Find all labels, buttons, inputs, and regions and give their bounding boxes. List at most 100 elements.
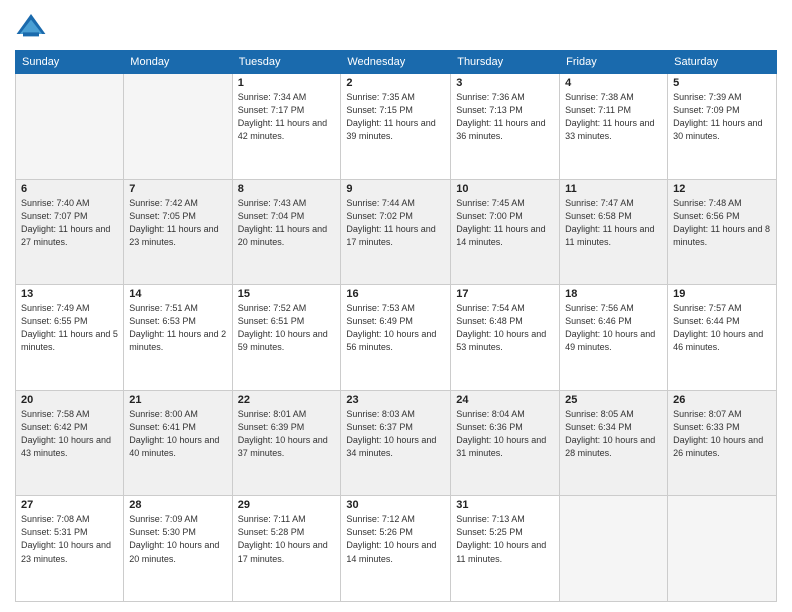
calendar-cell: 19 Sunrise: 7:57 AMSunset: 6:44 PMDayligh… <box>668 285 777 391</box>
day-info: Sunrise: 7:52 AMSunset: 6:51 PMDaylight:… <box>238 302 336 354</box>
calendar-cell <box>560 496 668 602</box>
calendar-cell: 7 Sunrise: 7:42 AMSunset: 7:05 PMDaylight… <box>124 179 232 285</box>
calendar-cell: 11 Sunrise: 7:47 AMSunset: 6:58 PMDayligh… <box>560 179 668 285</box>
week-row-4: 20Sunrise: 7:58 AMSunset: 6:42 PMDayligh… <box>16 390 777 496</box>
day-info: Sunrise: 7:38 AMSunset: 7:11 PMDaylight:… <box>565 91 662 143</box>
day-info: Sunrise: 7:43 AMSunset: 7:04 PMDaylight:… <box>238 197 336 249</box>
day-info: Sunrise: 7:36 AMSunset: 7:13 PMDaylight:… <box>456 91 554 143</box>
day-number: 27 <box>21 499 118 511</box>
page: SundayMondayTuesdayWednesdayThursdayFrid… <box>0 0 792 612</box>
day-number: 25 <box>565 394 662 406</box>
day-info: Sunrise: 7:09 AMSunset: 5:30 PMDaylight:… <box>129 513 226 565</box>
week-row-2: 6 Sunrise: 7:40 AMSunset: 7:07 PMDaylight… <box>16 179 777 285</box>
calendar: SundayMondayTuesdayWednesdayThursdayFrid… <box>15 50 777 602</box>
day-number: 9 <box>346 183 445 195</box>
day-number: 17 <box>456 288 554 300</box>
calendar-cell: 14 Sunrise: 7:51 AMSunset: 6:53 PMDayligh… <box>124 285 232 391</box>
day-number: 13 <box>21 288 118 300</box>
calendar-cell: 22 Sunrise: 8:01 AMSunset: 6:39 PMDayligh… <box>232 390 341 496</box>
day-info: Sunrise: 7:12 AMSunset: 5:26 PMDaylight:… <box>346 513 445 565</box>
calendar-cell: 28 Sunrise: 7:09 AMSunset: 5:30 PMDayligh… <box>124 496 232 602</box>
day-number: 2 <box>346 77 445 89</box>
header <box>15 10 777 42</box>
day-number: 20 <box>21 394 118 406</box>
calendar-cell: 10 Sunrise: 7:45 AMSunset: 7:00 PMDayligh… <box>451 179 560 285</box>
calendar-cell: 6 Sunrise: 7:40 AMSunset: 7:07 PMDaylight… <box>16 179 124 285</box>
calendar-cell: 18 Sunrise: 7:56 AMSunset: 6:46 PMDayligh… <box>560 285 668 391</box>
day-info: Sunrise: 7:49 AMSunset: 6:55 PMDaylight:… <box>21 302 118 354</box>
logo <box>15 10 51 42</box>
day-info: Sunrise: 7:34 AMSunset: 7:17 PMDaylight:… <box>238 91 336 143</box>
calendar-cell: 1 Sunrise: 7:34 AMSunset: 7:17 PMDaylight… <box>232 74 341 180</box>
calendar-cell: 15 Sunrise: 7:52 AMSunset: 6:51 PMDayligh… <box>232 285 341 391</box>
day-info: Sunrise: 7:54 AMSunset: 6:48 PMDaylight:… <box>456 302 554 354</box>
day-number: 21 <box>129 394 226 406</box>
calendar-cell: 27Sunrise: 7:08 AMSunset: 5:31 PMDayligh… <box>16 496 124 602</box>
weekday-tuesday: Tuesday <box>232 51 341 74</box>
calendar-cell <box>124 74 232 180</box>
day-info: Sunrise: 8:04 AMSunset: 6:36 PMDaylight:… <box>456 408 554 460</box>
calendar-cell: 16Sunrise: 7:53 AMSunset: 6:49 PMDayligh… <box>341 285 451 391</box>
day-info: Sunrise: 7:40 AMSunset: 7:07 PMDaylight:… <box>21 197 118 249</box>
weekday-header-row: SundayMondayTuesdayWednesdayThursdayFrid… <box>16 51 777 74</box>
day-info: Sunrise: 8:05 AMSunset: 6:34 PMDaylight:… <box>565 408 662 460</box>
calendar-cell: 25 Sunrise: 8:05 AMSunset: 6:34 PMDayligh… <box>560 390 668 496</box>
day-info: Sunrise: 7:35 AMSunset: 7:15 PMDaylight:… <box>346 91 445 143</box>
day-info: Sunrise: 7:48 AMSunset: 6:56 PMDaylight:… <box>673 197 771 249</box>
day-info: Sunrise: 7:44 AMSunset: 7:02 PMDaylight:… <box>346 197 445 249</box>
day-number: 22 <box>238 394 336 406</box>
day-number: 15 <box>238 288 336 300</box>
day-number: 19 <box>673 288 771 300</box>
day-number: 1 <box>238 77 336 89</box>
day-info: Sunrise: 8:00 AMSunset: 6:41 PMDaylight:… <box>129 408 226 460</box>
calendar-cell <box>668 496 777 602</box>
calendar-cell: 13 Sunrise: 7:49 AMSunset: 6:55 PMDayligh… <box>16 285 124 391</box>
day-number: 16 <box>346 288 445 300</box>
weekday-friday: Friday <box>560 51 668 74</box>
day-number: 6 <box>21 183 118 195</box>
calendar-cell: 23Sunrise: 8:03 AMSunset: 6:37 PMDayligh… <box>341 390 451 496</box>
calendar-cell: 17 Sunrise: 7:54 AMSunset: 6:48 PMDayligh… <box>451 285 560 391</box>
day-info: Sunrise: 7:11 AMSunset: 5:28 PMDaylight:… <box>238 513 336 565</box>
day-info: Sunrise: 8:01 AMSunset: 6:39 PMDaylight:… <box>238 408 336 460</box>
day-number: 7 <box>129 183 226 195</box>
day-number: 18 <box>565 288 662 300</box>
calendar-cell: 9 Sunrise: 7:44 AMSunset: 7:02 PMDaylight… <box>341 179 451 285</box>
calendar-cell: 26Sunrise: 8:07 AMSunset: 6:33 PMDayligh… <box>668 390 777 496</box>
day-number: 10 <box>456 183 554 195</box>
logo-icon <box>15 10 47 42</box>
calendar-cell: 29 Sunrise: 7:11 AMSunset: 5:28 PMDayligh… <box>232 496 341 602</box>
day-number: 23 <box>346 394 445 406</box>
day-number: 14 <box>129 288 226 300</box>
week-row-1: 1 Sunrise: 7:34 AMSunset: 7:17 PMDaylight… <box>16 74 777 180</box>
day-number: 31 <box>456 499 554 511</box>
day-number: 29 <box>238 499 336 511</box>
calendar-cell: 12 Sunrise: 7:48 AMSunset: 6:56 PMDayligh… <box>668 179 777 285</box>
calendar-cell: 2 Sunrise: 7:35 AMSunset: 7:15 PMDaylight… <box>341 74 451 180</box>
day-number: 28 <box>129 499 226 511</box>
calendar-cell: 24 Sunrise: 8:04 AMSunset: 6:36 PMDayligh… <box>451 390 560 496</box>
day-info: Sunrise: 7:47 AMSunset: 6:58 PMDaylight:… <box>565 197 662 249</box>
day-number: 11 <box>565 183 662 195</box>
calendar-cell: 3Sunrise: 7:36 AMSunset: 7:13 PMDaylight… <box>451 74 560 180</box>
weekday-thursday: Thursday <box>451 51 560 74</box>
weekday-wednesday: Wednesday <box>341 51 451 74</box>
day-number: 4 <box>565 77 662 89</box>
day-info: Sunrise: 7:56 AMSunset: 6:46 PMDaylight:… <box>565 302 662 354</box>
day-info: Sunrise: 7:51 AMSunset: 6:53 PMDaylight:… <box>129 302 226 354</box>
day-number: 12 <box>673 183 771 195</box>
day-info: Sunrise: 7:57 AMSunset: 6:44 PMDaylight:… <box>673 302 771 354</box>
calendar-cell: 20Sunrise: 7:58 AMSunset: 6:42 PMDayligh… <box>16 390 124 496</box>
day-info: Sunrise: 7:13 AMSunset: 5:25 PMDaylight:… <box>456 513 554 565</box>
day-info: Sunrise: 7:45 AMSunset: 7:00 PMDaylight:… <box>456 197 554 249</box>
day-number: 24 <box>456 394 554 406</box>
calendar-cell: 5Sunrise: 7:39 AMSunset: 7:09 PMDaylight… <box>668 74 777 180</box>
day-info: Sunrise: 8:07 AMSunset: 6:33 PMDaylight:… <box>673 408 771 460</box>
calendar-cell: 21 Sunrise: 8:00 AMSunset: 6:41 PMDayligh… <box>124 390 232 496</box>
day-number: 30 <box>346 499 445 511</box>
calendar-cell: 31 Sunrise: 7:13 AMSunset: 5:25 PMDayligh… <box>451 496 560 602</box>
calendar-cell: 30 Sunrise: 7:12 AMSunset: 5:26 PMDayligh… <box>341 496 451 602</box>
week-row-5: 27Sunrise: 7:08 AMSunset: 5:31 PMDayligh… <box>16 496 777 602</box>
calendar-cell: 8Sunrise: 7:43 AMSunset: 7:04 PMDaylight… <box>232 179 341 285</box>
day-info: Sunrise: 7:42 AMSunset: 7:05 PMDaylight:… <box>129 197 226 249</box>
